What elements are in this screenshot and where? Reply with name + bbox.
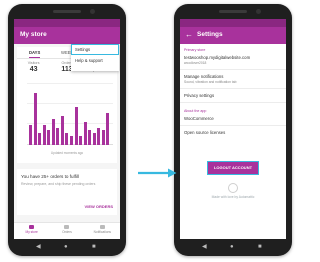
recents-square-icon[interactable]: ■: [258, 244, 262, 250]
chart-bar: [42, 125, 46, 145]
section-about-app: About the app: [184, 109, 207, 113]
speaker: [53, 10, 81, 13]
nav-notifications[interactable]: Notifications: [85, 223, 120, 239]
woocommerce-row[interactable]: WooCommerce: [180, 114, 286, 123]
screen-settings: ← Settings Primary store testwooshop.myd…: [180, 19, 286, 239]
notifications-icon: [99, 225, 105, 229]
chart-bar: [51, 119, 55, 145]
menu-item-help[interactable]: Help & support: [71, 55, 119, 66]
chart-bar: [88, 130, 92, 145]
chart-bar: [29, 125, 32, 145]
store-icon: [29, 225, 35, 229]
stat-value: 43: [29, 66, 38, 73]
divider: [180, 88, 286, 89]
store-url: testwooshop.mydigitalwebsite.com: [184, 55, 251, 60]
chart-bar: [83, 122, 87, 145]
privacy-settings-row[interactable]: Privacy settings: [180, 91, 286, 100]
store-user: woodlover2018: [184, 61, 207, 65]
pointer-arrow-icon: [138, 168, 177, 178]
chart-bar: [65, 133, 69, 145]
licenses-row[interactable]: Open source licenses: [180, 128, 286, 137]
recents-square-icon[interactable]: ■: [92, 244, 96, 250]
chart-bar: [101, 130, 105, 145]
divider: [180, 69, 286, 70]
camera: [90, 9, 95, 14]
store-row[interactable]: testwooshop.mydigitalwebsite.com woodlov…: [180, 53, 286, 67]
phone-right: ← Settings Primary store testwooshop.myd…: [174, 4, 292, 256]
updated-text: Updated moments ago: [50, 151, 84, 155]
back-triangle-icon[interactable]: ◀: [36, 244, 41, 250]
stat-label: Visitors: [27, 61, 40, 65]
footer-text: Made with love by Automattic: [211, 195, 255, 199]
page-title: Settings: [197, 31, 223, 38]
chart-bar: [38, 133, 42, 145]
manage-notifications-sub: Sound, vibration and notification tab: [184, 80, 237, 84]
chart-bar: [106, 113, 110, 145]
nav-label: Orders: [62, 230, 72, 234]
status-bar: [14, 19, 120, 34]
orders-icon: [64, 225, 70, 229]
home-circle-icon[interactable]: ●: [230, 244, 234, 250]
chart-bar: [74, 107, 78, 145]
status-bar: [180, 19, 286, 34]
overflow-menu: Settings Help & support: [71, 44, 119, 71]
chart-bar: [47, 130, 51, 145]
app-bar: My store: [14, 27, 120, 44]
status-icons: [103, 21, 117, 34]
camera: [256, 9, 261, 14]
screen-my-store: My store DAYS WEEK Visitors 43 Orders 11…: [14, 19, 120, 239]
speaker: [219, 10, 247, 13]
bottom-nav: My store Orders Notifications: [14, 222, 120, 239]
chart-bar: [60, 116, 64, 145]
tab-days[interactable]: DAYS: [29, 50, 41, 58]
divider: [180, 125, 286, 126]
chart-bar: [92, 133, 96, 145]
automattic-logo-icon: [228, 183, 238, 193]
chart-bar: [33, 93, 37, 145]
nav-label: Notifications: [93, 230, 111, 234]
view-orders-button[interactable]: VIEW ORDERS: [85, 204, 113, 209]
app-bar: ← Settings: [180, 27, 286, 44]
page-title: My store: [20, 31, 47, 38]
system-nav-bar: ◀ ● ■: [14, 241, 120, 253]
logout-account-button[interactable]: LOGOUT ACCOUNT: [207, 161, 259, 175]
nav-label: My store: [25, 230, 38, 234]
licenses-label: Open source licenses: [184, 130, 226, 135]
footer: Made with love by Automattic: [180, 183, 286, 199]
chart-bar: [56, 128, 60, 145]
status-icons: [269, 21, 283, 34]
system-nav-bar: ◀ ● ■: [180, 241, 286, 253]
back-arrow-icon[interactable]: ←: [185, 30, 193, 40]
orders-heading: You have 25+ orders to fulfill: [21, 174, 79, 179]
nav-my-store[interactable]: My store: [14, 223, 49, 239]
back-triangle-icon[interactable]: ◀: [202, 244, 207, 250]
divider: [180, 102, 286, 103]
nav-orders[interactable]: Orders: [49, 223, 84, 239]
settings-list: Primary store testwooshop.mydigitalwebsi…: [180, 44, 286, 239]
orders-card: You have 25+ orders to fulfill Review, p…: [17, 169, 117, 215]
home-circle-icon[interactable]: ●: [64, 244, 68, 250]
phone-left: My store DAYS WEEK Visitors 43 Orders 11…: [8, 4, 126, 256]
stats-chart: [21, 83, 113, 145]
chart-bar: [79, 136, 83, 145]
privacy-settings-label: Privacy settings: [184, 93, 215, 98]
manage-notifications-label: Manage notifications: [184, 74, 224, 79]
stat-visitors: Visitors 43: [17, 59, 50, 79]
menu-item-settings[interactable]: Settings: [71, 44, 119, 55]
manage-notifications-row[interactable]: Manage notifications Sound, vibration an…: [180, 72, 286, 86]
section-primary-store: Primary store: [184, 48, 206, 52]
chart-bar: [97, 128, 101, 145]
orders-subtext: Review, prepare, and ship these pending …: [21, 182, 96, 186]
chart-bar: [70, 136, 73, 145]
woocommerce-label: WooCommerce: [184, 116, 214, 121]
